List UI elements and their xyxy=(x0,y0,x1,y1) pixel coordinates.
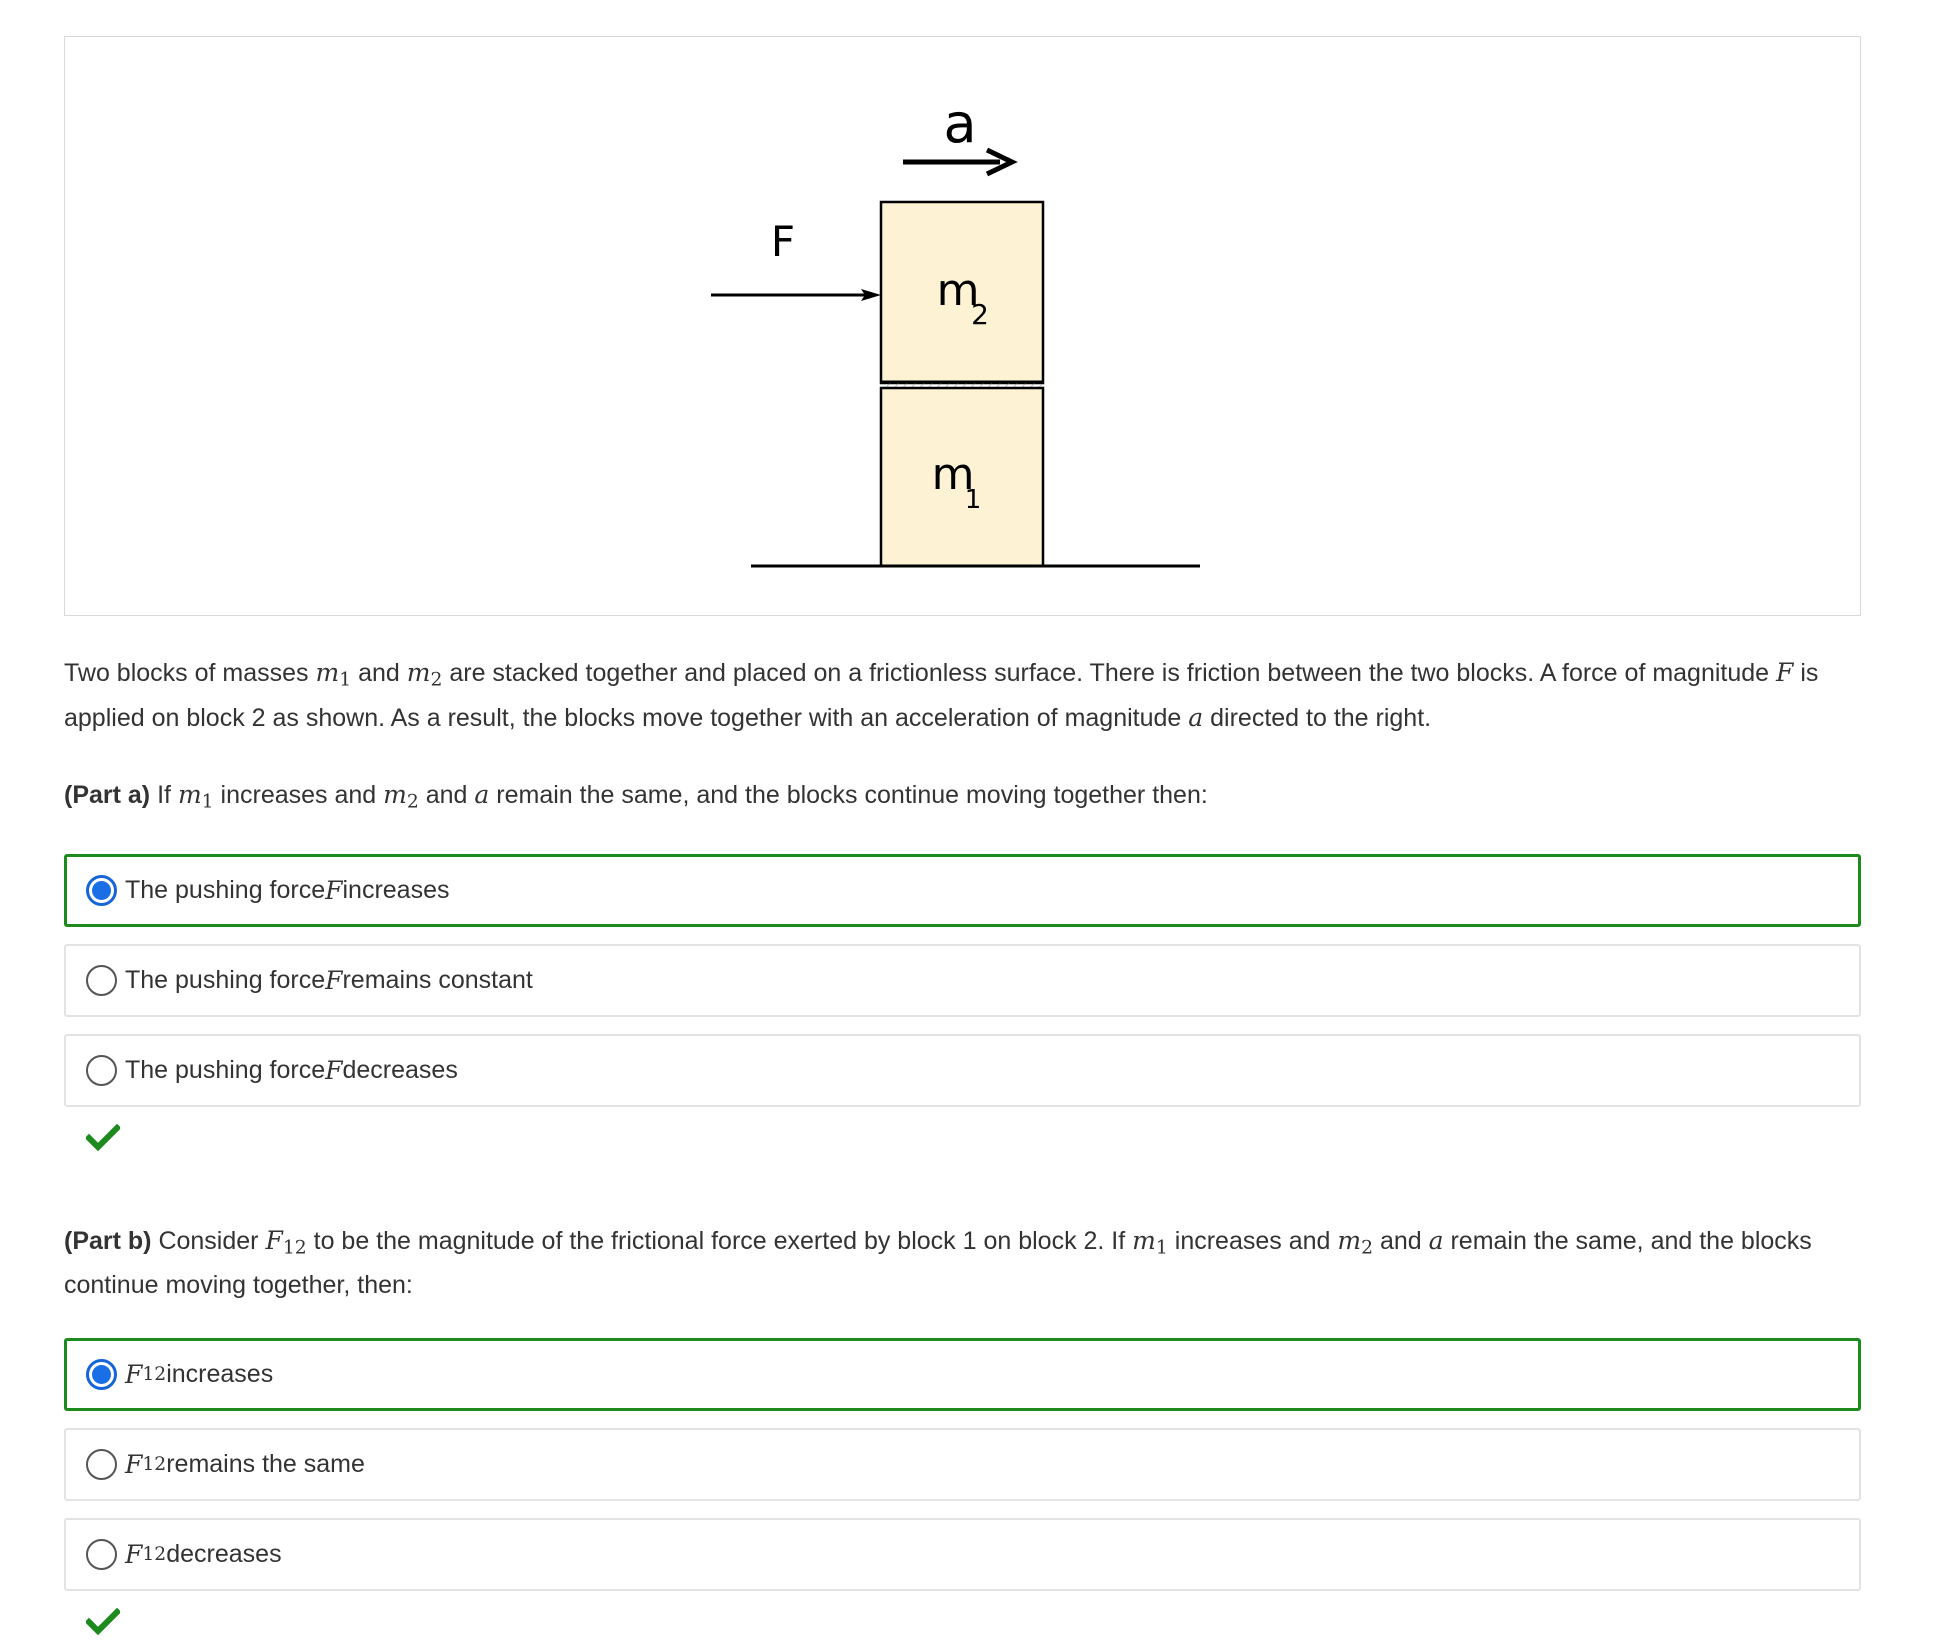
radio-button-selected[interactable] xyxy=(86,875,117,907)
var-a: a xyxy=(1428,1226,1444,1256)
option-label: remains constant xyxy=(342,966,533,995)
question-page: a F m 2 m 1 Two blocks of masses m1 and … xyxy=(64,36,1861,1648)
var-m1-subscript: 1 xyxy=(339,669,352,691)
var-m1: m xyxy=(315,658,340,687)
var-m1-subscript: 1 xyxy=(201,791,214,813)
force-label: F xyxy=(771,217,795,266)
var-F: F xyxy=(325,1056,343,1086)
part-b-label: (Part b) xyxy=(64,1227,152,1256)
var-m2: m xyxy=(1337,1226,1362,1256)
problem-text-segment: are stacked together and placed on a fri… xyxy=(442,659,1777,687)
checkmark-icon xyxy=(84,1124,122,1152)
part-a-text: If xyxy=(150,780,178,809)
var-m2: m xyxy=(406,658,431,687)
part-b-options: F 12 increases F 12 remains the same F 12 d… xyxy=(64,1338,1861,1592)
var-m2: m xyxy=(383,779,407,809)
option-label: increases xyxy=(166,1360,274,1389)
var-m2-subscript: 2 xyxy=(406,791,419,813)
blocks-diagram: a F m 2 m 1 xyxy=(711,92,1200,568)
part-b-correct-indicator xyxy=(84,1607,1861,1648)
figure-panel: a F m 2 m 1 xyxy=(64,36,1861,616)
part-b-text: Consider xyxy=(151,1227,266,1256)
part-a-label: (Part a) xyxy=(64,780,151,809)
option-label: decreases xyxy=(342,1056,458,1085)
block-m2-subscript: 2 xyxy=(971,298,989,331)
checkmark-icon xyxy=(84,1607,122,1636)
part-b-text: and xyxy=(1373,1227,1429,1256)
part-b-text: increases and xyxy=(1167,1227,1338,1256)
var-F: F xyxy=(125,1540,143,1570)
option-label: remains the same xyxy=(166,1450,365,1479)
var-m1-subscript: 1 xyxy=(1155,1238,1168,1260)
part-a-options: The pushing force F increases The pushin… xyxy=(64,854,1861,1108)
var-m2-subscript: 2 xyxy=(430,669,443,691)
part-a-text: increases and xyxy=(213,780,384,809)
part-b-option-decreases[interactable]: F 12 decreases xyxy=(64,1518,1861,1592)
var-F-subscript: 12 xyxy=(142,1544,167,1566)
var-F: F xyxy=(325,966,343,996)
problem-text-segment: and xyxy=(351,659,407,687)
option-label: The pushing force xyxy=(125,1056,326,1085)
option-label: increases xyxy=(342,876,450,905)
part-b-text: to be the magnitude of the frictional fo… xyxy=(306,1227,1133,1256)
part-a-option-remains-constant[interactable]: The pushing force F remains constant xyxy=(64,944,1861,1018)
part-b-option-remains-same[interactable]: F 12 remains the same xyxy=(64,1428,1861,1502)
problem-text-segment: Two blocks of masses xyxy=(64,659,316,687)
var-F: F xyxy=(265,1226,283,1256)
var-F: F xyxy=(125,1450,143,1480)
option-label: decreases xyxy=(166,1540,282,1569)
part-a-question: (Part a) If m1 increases and m2 and a re… xyxy=(64,776,1861,821)
part-a-option-increases[interactable]: The pushing force F increases xyxy=(64,854,1861,928)
acceleration-label: a xyxy=(943,92,976,155)
radio-button[interactable] xyxy=(86,1449,117,1481)
var-F-subscript: 12 xyxy=(142,1364,167,1386)
option-label: The pushing force xyxy=(125,966,326,995)
radio-button[interactable] xyxy=(86,1055,117,1087)
problem-statement: Two blocks of masses m1 and m2 are stack… xyxy=(64,654,1861,737)
var-a: a xyxy=(474,779,490,809)
radio-button-selected[interactable] xyxy=(86,1359,117,1391)
part-a-text: and xyxy=(418,780,475,809)
block-m1-subscript: 1 xyxy=(965,485,982,515)
var-F: F xyxy=(325,876,343,906)
option-label: The pushing force xyxy=(125,876,326,905)
var-F-subscript: 12 xyxy=(282,1238,307,1260)
part-a-option-decreases[interactable]: The pushing force F decreases xyxy=(64,1034,1861,1108)
var-m1: m xyxy=(177,779,202,809)
var-m1: m xyxy=(1132,1226,1156,1256)
radio-button[interactable] xyxy=(86,1539,117,1571)
var-F: F xyxy=(125,1360,143,1390)
var-F-subscript: 12 xyxy=(142,1454,167,1476)
var-a: a xyxy=(1188,702,1204,732)
radio-button[interactable] xyxy=(86,965,117,997)
part-b-question: (Part b) Consider F12 to be the magnitud… xyxy=(64,1222,1861,1304)
part-a-text: remain the same, and the blocks continue… xyxy=(489,780,1208,809)
var-F: F xyxy=(1776,658,1794,687)
problem-text-segment: directed to the right. xyxy=(1203,703,1432,732)
part-a-correct-indicator xyxy=(84,1124,1861,1164)
part-b-option-increases[interactable]: F 12 increases xyxy=(64,1338,1861,1412)
var-m2-subscript: 2 xyxy=(1361,1238,1374,1260)
